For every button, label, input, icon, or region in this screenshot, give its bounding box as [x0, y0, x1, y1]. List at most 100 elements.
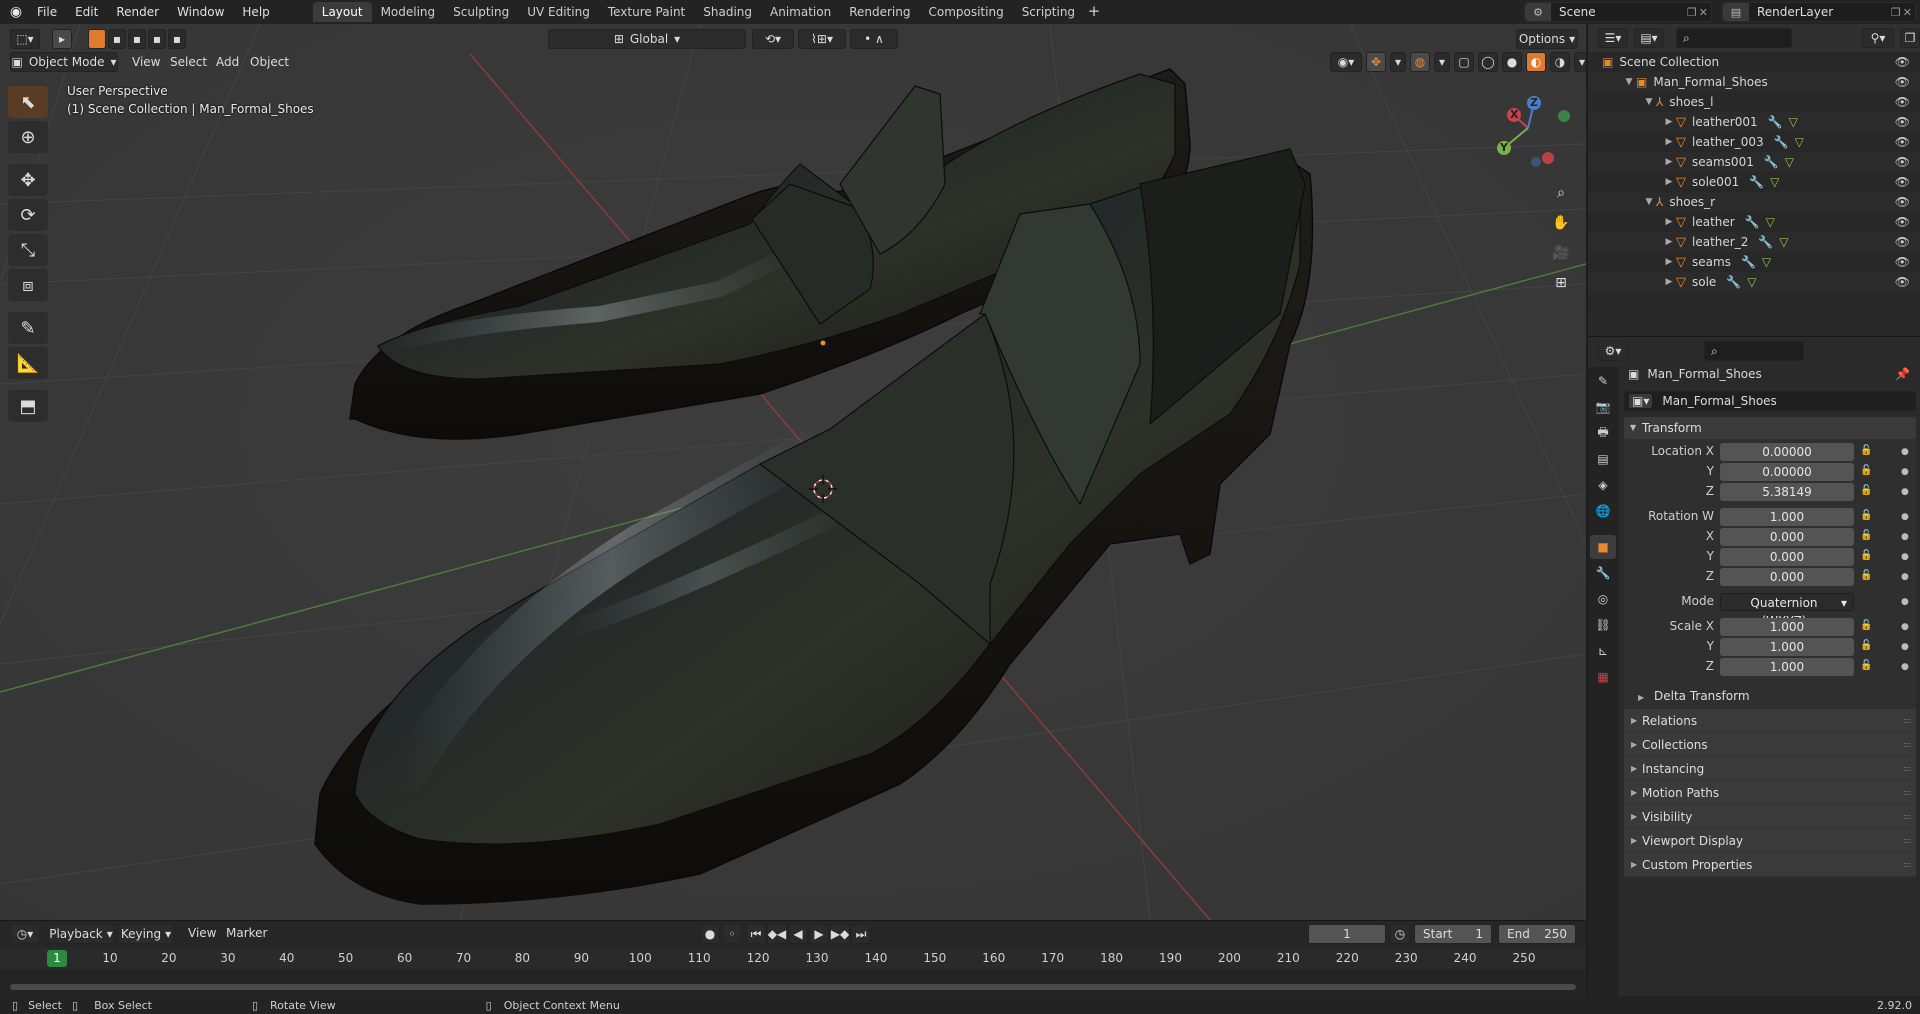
mesh-data-icon[interactable]: ▽: [1766, 215, 1775, 229]
lock-icon[interactable]: 🔓: [1860, 510, 1872, 521]
end-frame-field[interactable]: End 250: [1498, 924, 1576, 944]
lock-icon[interactable]: 🔓: [1860, 640, 1872, 651]
panel-relations[interactable]: ▶ Relations::::: [1624, 709, 1916, 733]
mesh-data-icon[interactable]: ▽: [1785, 155, 1794, 169]
copy-layer-icon[interactable]: ❐: [1891, 6, 1901, 19]
close-scene-icon[interactable]: ✕: [1699, 6, 1708, 19]
solid-shading-icon[interactable]: ●: [1502, 52, 1522, 72]
modifier-icon[interactable]: 🔧: [1745, 215, 1760, 229]
cursor-tool-icon[interactable]: ⊕: [8, 121, 48, 153]
outliner-row[interactable]: ▶ ▽ seams001 🔧 ▽ 👁: [1588, 152, 1920, 172]
menu-help[interactable]: Help: [233, 0, 278, 24]
properties-editor-type-icon[interactable]: ⚙▾: [1598, 341, 1628, 361]
outliner-row[interactable]: ▶ ▽ sole 🔧 ▽ 👁: [1588, 272, 1920, 292]
expand-right-icon[interactable]: ▶: [1662, 157, 1676, 167]
select-invert-icon[interactable]: ▪: [148, 29, 166, 49]
start-frame-field[interactable]: Start 1: [1414, 924, 1492, 944]
drag-grip-icon[interactable]: ::::: [1903, 709, 1911, 733]
options-dropdown[interactable]: Options ▾: [1516, 29, 1578, 49]
3d-viewport[interactable]: X Y Z ⬚▾ ▸ ▪ ▪ ▪ ▪ ⊞ Global ▾ ⟲▾ ⌇⊞▾ • ∧…: [0, 24, 1586, 920]
mesh-data-icon[interactable]: ▽: [1795, 135, 1804, 149]
outliner-row[interactable]: ▼ ▣ Man_Formal_Shoes 👁: [1588, 72, 1920, 92]
select-extend-icon[interactable]: ▪: [108, 29, 126, 49]
pivot-point-button[interactable]: ⟲▾: [752, 29, 794, 49]
outliner-row[interactable]: ▶ ▽ leather_2 🔧 ▽ 👁: [1588, 232, 1920, 252]
menu-object[interactable]: Object: [242, 55, 297, 69]
new-collection-icon[interactable]: ❐: [1900, 28, 1920, 48]
render-tab-icon[interactable]: 📷: [1590, 395, 1616, 419]
rotation-mode-dropdown[interactable]: Quaternion (WXYZ) ▾: [1720, 593, 1854, 628]
visibility-eye-icon[interactable]: 👁: [1895, 135, 1910, 149]
expand-down-icon[interactable]: ▼: [1622, 77, 1636, 87]
tab-sculpting[interactable]: Sculpting: [444, 2, 518, 22]
tab-uv-editing[interactable]: UV Editing: [518, 2, 599, 22]
scene-tab-icon[interactable]: ◈: [1590, 473, 1616, 497]
tool-select-icon[interactable]: ▸: [52, 29, 72, 49]
rotate-tool-icon[interactable]: ⟳: [8, 199, 48, 231]
tool-tab-icon[interactable]: ✎: [1590, 369, 1616, 393]
keying-dropdown[interactable]: Keying ▾: [118, 924, 174, 944]
scene-selector[interactable]: ⚙ Scene ❐ ✕: [1524, 2, 1712, 22]
overlays-toggle-icon[interactable]: ◍: [1410, 52, 1430, 72]
visibility-eye-icon[interactable]: 👁: [1895, 155, 1910, 169]
keyframe-dot-icon[interactable]: ●: [1901, 572, 1909, 582]
annotate-tool-icon[interactable]: ✎: [8, 312, 48, 344]
object-name-field[interactable]: ▣▾ Man_Formal_Shoes: [1624, 391, 1916, 411]
visibility-eye-icon[interactable]: 👁: [1895, 215, 1910, 229]
timeline-editor-type-icon[interactable]: ◷▾: [10, 924, 40, 944]
physics-tab-icon[interactable]: ◎: [1590, 587, 1616, 611]
expand-right-icon[interactable]: ▶: [1662, 177, 1676, 187]
outliner-row[interactable]: ▶ ▽ leather_003 🔧 ▽ 👁: [1588, 132, 1920, 152]
outliner-row[interactable]: ▼ ⅄ shoes_l 👁: [1588, 92, 1920, 112]
expand-right-icon[interactable]: ▶: [1662, 237, 1676, 247]
expand-down-icon[interactable]: ▼: [1642, 97, 1656, 107]
view-layer-name[interactable]: RenderLayer: [1749, 5, 1891, 19]
visibility-eye-icon[interactable]: 👁: [1895, 175, 1910, 189]
lock-icon[interactable]: 🔓: [1860, 550, 1872, 561]
menu-render[interactable]: Render: [107, 0, 168, 24]
location-y-field[interactable]: 0.00000: [1720, 463, 1854, 481]
drag-grip-icon[interactable]: ::::: [1903, 853, 1911, 877]
copy-scene-icon[interactable]: ❐: [1687, 6, 1697, 19]
outliner-row[interactable]: ▶ ▽ seams 🔧 ▽ 👁: [1588, 252, 1920, 272]
modifier-icon[interactable]: 🔧: [1768, 115, 1783, 129]
gizmo-z-label[interactable]: Z: [1530, 96, 1538, 109]
tab-animation[interactable]: Animation: [761, 2, 840, 22]
panel-motion-paths[interactable]: ▶ Motion Paths::::: [1624, 781, 1916, 805]
panel-visibility[interactable]: ▶ Visibility::::: [1624, 805, 1916, 829]
mesh-data-icon[interactable]: ▽: [1779, 235, 1788, 249]
panel-collections[interactable]: ▶ Collections::::: [1624, 733, 1916, 757]
menu-file[interactable]: File: [28, 0, 66, 24]
transform-tool-icon[interactable]: ⧈: [8, 269, 48, 301]
move-tool-icon[interactable]: ✥: [8, 164, 48, 196]
rotation-x-field[interactable]: 0.000: [1720, 528, 1854, 546]
snapping-button[interactable]: ⌇⊞▾: [798, 29, 846, 49]
measure-tool-icon[interactable]: 📐: [8, 347, 48, 379]
keyframe-dot-icon[interactable]: ●: [1901, 447, 1909, 457]
drag-grip-icon[interactable]: ::::: [1903, 781, 1911, 805]
object-data-tab-icon[interactable]: ⊾: [1590, 639, 1616, 663]
current-frame-indicator[interactable]: 1: [47, 950, 67, 967]
drag-grip-icon[interactable]: ::::: [1903, 733, 1911, 757]
visibility-eye-icon[interactable]: 👁: [1895, 75, 1910, 89]
transform-orientation-dropdown[interactable]: ⊞ Global ▾: [548, 29, 746, 49]
gizmo-y-label[interactable]: Y: [1500, 141, 1508, 154]
tab-layout[interactable]: Layout: [312, 2, 372, 22]
filter-icon[interactable]: ⚲▾: [1862, 28, 1894, 48]
add-cube-tool-icon[interactable]: ⬒: [8, 390, 48, 422]
drag-grip-icon[interactable]: ::::: [1903, 805, 1911, 829]
keyframe-dot-icon[interactable]: ●: [1901, 642, 1909, 652]
location-z-field[interactable]: 5.38149: [1720, 483, 1854, 501]
jump-keyframe-forward-icon[interactable]: ▶◆: [830, 924, 850, 944]
play-icon[interactable]: ▶: [809, 924, 829, 944]
current-frame-field[interactable]: 1: [1308, 924, 1386, 944]
playback-dropdown[interactable]: Playback ▾: [48, 924, 114, 944]
blender-logo-icon[interactable]: ◉: [4, 0, 28, 24]
scale-y-field[interactable]: 1.000: [1720, 638, 1854, 656]
keyframe-dot-icon[interactable]: ●: [1901, 662, 1909, 672]
gizmo-toggle-icon[interactable]: ✥: [1366, 52, 1386, 72]
lock-icon[interactable]: 🔓: [1860, 660, 1872, 671]
select-box-tool-icon[interactable]: ⬉: [8, 86, 48, 118]
tab-scripting[interactable]: Scripting: [1013, 2, 1084, 22]
scale-tool-icon[interactable]: ⤡: [8, 234, 48, 266]
